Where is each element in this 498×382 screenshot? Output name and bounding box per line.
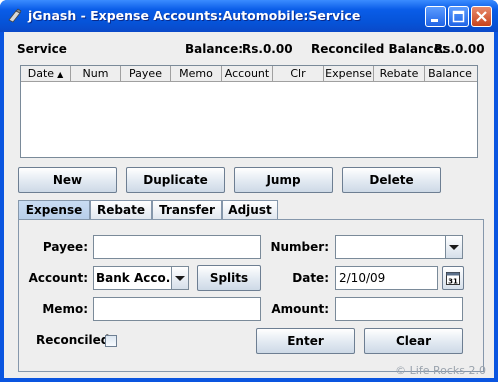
watermark: © Life Rocks 2.0 [395,364,486,377]
close-button[interactable] [471,6,492,27]
number-combo[interactable] [335,235,463,259]
clear-button[interactable]: Clear [364,328,463,354]
account-combo[interactable]: Bank Acco... [93,266,189,290]
date-input[interactable]: 2/10/09 [335,266,438,290]
payee-input[interactable] [93,235,261,259]
expense-form: Payee: Number: Account: Bank Acco... Spl… [18,219,484,372]
memo-label: Memo: [42,302,88,316]
column-header-expense[interactable]: Expense [324,66,374,81]
reconciled-checkbox[interactable] [105,335,117,347]
number-label: Number: [270,240,329,254]
reconciled-balance-label: Reconciled Balance: [311,42,447,56]
svg-text:31: 31 [448,278,458,286]
sort-ascending-icon: ▲ [57,70,64,79]
new-button[interactable]: New [18,167,117,193]
column-header-date[interactable]: Date ▲ [21,66,71,81]
title-bar[interactable]: jGnash - Expense Accounts:Automobile:Ser… [0,0,498,32]
window-title: jGnash - Expense Accounts:Automobile:Ser… [28,8,361,23]
account-label: Account: [28,271,88,285]
tab-adjust[interactable]: Adjust [222,200,278,220]
maximize-button[interactable] [448,6,469,27]
column-header-clr[interactable]: Clr [273,66,324,81]
minimize-icon [431,19,438,22]
tab-transfer[interactable]: Transfer [152,200,222,220]
account-value: Bank Acco... [96,271,172,285]
balance-value: Rs.0.00 [242,42,293,56]
delete-button[interactable]: Delete [342,167,441,193]
register-panel: Service Balance: Rs.0.00 Reconciled Bala… [4,32,494,378]
balance-label: Balance: [185,42,244,56]
enter-button[interactable]: Enter [256,328,355,354]
close-icon [476,11,487,22]
column-header-rebate[interactable]: Rebate [374,66,425,81]
table-header: Date ▲ Num Payee Memo Account Clr Expense… [21,66,477,82]
tab-expense[interactable]: Expense [18,200,90,221]
date-label: Date: [292,271,329,285]
tab-rebate[interactable]: Rebate [90,200,152,220]
column-header-balance[interactable]: Balance [425,66,475,81]
maximize-icon [452,10,465,23]
transaction-table[interactable]: Date ▲ Num Payee Memo Account Clr Expense… [20,65,478,158]
number-dropdown-button[interactable] [445,236,462,258]
account-dropdown-button[interactable] [171,267,188,289]
column-header-payee[interactable]: Payee [121,66,171,81]
chevron-down-icon [449,245,459,250]
minimize-button[interactable] [425,6,446,27]
column-header-num[interactable]: Num [71,66,121,81]
account-name: Service [17,42,67,56]
reconciled-balance-value: Rs.0.00 [434,42,485,56]
payee-label: Payee: [42,240,88,254]
app-window: jGnash - Expense Accounts:Automobile:Ser… [0,0,498,382]
amount-input[interactable] [335,297,463,321]
column-header-memo[interactable]: Memo [171,66,222,81]
chevron-down-icon [175,276,185,281]
memo-input[interactable] [93,297,261,321]
jump-button[interactable]: Jump [234,167,333,193]
column-header-account[interactable]: Account [222,66,273,81]
reconciled-label: Reconciled [36,333,110,347]
amount-label: Amount: [271,302,329,316]
jgnash-app-icon [8,8,22,23]
calendar-button[interactable]: 31 [442,266,464,290]
splits-button[interactable]: Splits [197,265,261,291]
calendar-icon: 31 [446,272,460,286]
duplicate-button[interactable]: Duplicate [126,167,225,193]
